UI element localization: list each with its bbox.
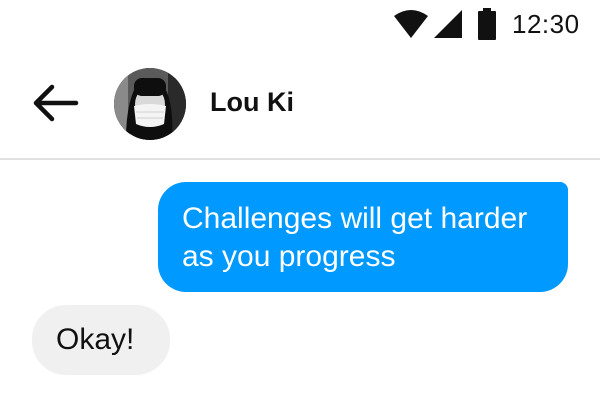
status-bar: 12:30	[0, 0, 600, 48]
back-button[interactable]	[30, 81, 80, 125]
contact-avatar[interactable]	[114, 68, 186, 140]
cellular-signal-icon	[434, 10, 462, 38]
wifi-icon	[394, 10, 428, 38]
contact-name[interactable]: Lou Ki	[210, 87, 294, 118]
avatar-image	[114, 68, 186, 140]
battery-icon	[478, 8, 496, 40]
chat-header: Lou Ki	[0, 48, 600, 160]
back-arrow-icon	[33, 84, 79, 122]
status-time: 12:30	[512, 9, 580, 39]
message-bubble-outgoing[interactable]: Challenges will get harder as you progre…	[158, 182, 568, 292]
message-bubble-incoming[interactable]: Okay!	[32, 305, 170, 375]
